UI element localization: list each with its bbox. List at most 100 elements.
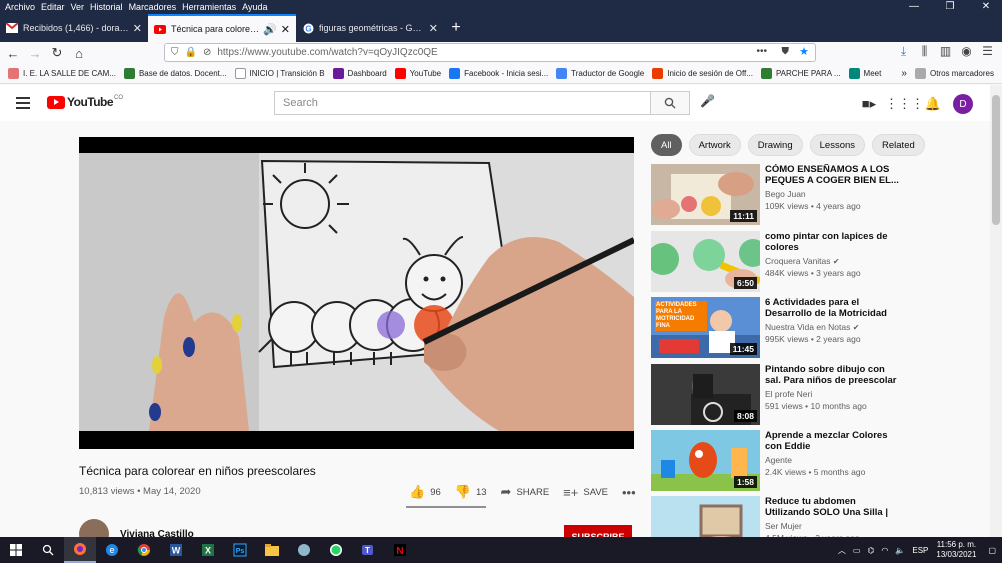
url-text[interactable]: https://www.youtube.com/watch?v=qOyJIQzc… <box>217 47 437 58</box>
teams-icon[interactable]: T <box>352 537 384 563</box>
menu-ayuda[interactable]: Ayuda <box>242 2 267 12</box>
menu-archivo[interactable]: Archivo <box>5 2 35 12</box>
share-button[interactable]: ➦ SHARE <box>501 484 550 500</box>
dislike-button[interactable]: 👎 13 <box>455 484 487 500</box>
minimize-icon[interactable]: — <box>899 0 929 14</box>
forward-icon[interactable]: → <box>24 43 46 63</box>
bookmark-item[interactable]: I. E. LA SALLE DE CAM... <box>8 68 116 79</box>
bookmark-item[interactable]: Inicio de sesión de Off... <box>652 68 753 79</box>
recommendation-channel[interactable]: Ser Mujer <box>765 521 900 531</box>
recommendation-item[interactable]: ACTIVIDADES PARA LA MOTRICIDAD FINA 11:4… <box>651 297 981 359</box>
apps-grid-icon[interactable]: ⋮⋮⋮ <box>885 96 924 112</box>
microphone-icon[interactable]: 🎤 <box>700 94 715 108</box>
download-icon[interactable]: ⤓ <box>893 44 914 59</box>
close-window-icon[interactable]: ✕ <box>971 0 1001 14</box>
recommendation-title[interactable]: 6 Actividades para el Desarrollo de la M… <box>765 297 900 319</box>
tab-google[interactable]: G figuras geométricas - Google S ✕ <box>296 14 444 42</box>
home-icon[interactable]: ⌂ <box>68 43 90 63</box>
chip-all[interactable]: All <box>651 134 682 156</box>
page-scrollbar[interactable] <box>990 85 1002 537</box>
file-explorer-icon[interactable] <box>256 537 288 563</box>
recommendation-title[interactable]: Aprende a mezclar Colores con Eddie <box>765 430 900 452</box>
close-tab-icon[interactable]: ✕ <box>281 23 290 36</box>
video-thumbnail[interactable]: 1:58 <box>651 430 760 491</box>
recommendation-item[interactable]: 8:08 Pintando sobre dibujo con sal. Para… <box>651 364 981 426</box>
more-actions-icon[interactable]: ••• <box>756 46 767 57</box>
bookmark-star-icon[interactable]: ★ <box>799 45 809 58</box>
pocket-icon[interactable]: ⛊ <box>782 46 790 57</box>
video-thumbnail[interactable]: 8:08 <box>651 364 760 425</box>
chrome-icon[interactable] <box>128 537 160 563</box>
close-tab-icon[interactable]: ✕ <box>429 22 438 35</box>
volume-icon[interactable]: 🔈 <box>895 546 905 555</box>
video-thumbnail[interactable]: 6:50 <box>651 231 760 292</box>
app-menu-icon[interactable]: ☰ <box>977 44 998 59</box>
excel-icon[interactable]: X <box>192 537 224 563</box>
tab-youtube[interactable]: Técnica para colorear en niñ 🔊 ✕ <box>148 14 296 42</box>
lock-icon[interactable]: 🔒 <box>185 47 197 58</box>
chip-artwork[interactable]: Artwork <box>688 134 741 156</box>
avatar[interactable]: D <box>953 94 973 114</box>
bookmark-item[interactable]: Dashboard <box>332 68 387 79</box>
close-tab-icon[interactable]: ✕ <box>133 22 142 35</box>
video-thumbnail[interactable]: ACTIVIDADES PARA LA MOTRICIDAD FINA 11:4… <box>651 297 760 358</box>
recommendation-channel[interactable]: Bego Juan <box>765 189 900 199</box>
speaker-icon[interactable]: 🔊 <box>263 23 277 36</box>
wifi-icon[interactable]: ◠ <box>881 546 888 555</box>
bookmark-item[interactable]: INICIO | Transición B <box>234 68 325 79</box>
more-options-icon[interactable]: ••• <box>622 485 641 500</box>
chip-related[interactable]: Related <box>872 134 925 156</box>
like-button[interactable]: 👍 96 <box>409 484 441 500</box>
library-icon[interactable]: ⫼ <box>914 44 935 59</box>
menu-ver[interactable]: Ver <box>71 2 85 12</box>
maximize-icon[interactable]: ❐ <box>935 0 965 14</box>
save-button[interactable]: ≡+ SAVE <box>563 485 608 500</box>
recommendation-channel[interactable]: Nuestra Vida en Notas ✔ <box>765 322 900 332</box>
language-indicator[interactable]: ESP <box>912 546 928 555</box>
account-icon[interactable]: ◉ <box>956 44 977 59</box>
bookmark-item[interactable]: PARCHE PARA ... <box>760 68 841 79</box>
clock[interactable]: 11:56 p. m. 13/03/2021 <box>936 540 976 560</box>
notifications-bell-icon[interactable]: 🔔 <box>917 96 949 112</box>
new-tab-button[interactable]: + <box>444 14 468 42</box>
recommendation-item[interactable]: 1:58 Aprende a mezclar Colores con Eddie… <box>651 430 981 492</box>
search-taskbar-icon[interactable] <box>32 537 64 563</box>
windows-start-icon[interactable] <box>0 537 32 563</box>
shield-icon[interactable]: ⛉ <box>171 47 179 58</box>
scrollbar-thumb[interactable] <box>992 95 1000 225</box>
word-icon[interactable]: W <box>160 537 192 563</box>
netflix-icon[interactable]: N <box>384 537 416 563</box>
search-input[interactable]: Search <box>274 91 650 115</box>
recommendation-channel[interactable]: El profe Neri <box>765 389 900 399</box>
sidebar-icon[interactable]: ▥ <box>935 44 956 59</box>
create-video-icon[interactable]: ■▸ <box>853 96 885 112</box>
chip-lessons[interactable]: Lessons <box>809 134 866 156</box>
video-player[interactable] <box>79 137 634 449</box>
search-button[interactable] <box>650 91 690 115</box>
recommendation-title[interactable]: Pintando sobre dibujo con sal. Para niño… <box>765 364 900 386</box>
youtube-logo[interactable]: YouTube CO <box>47 95 123 109</box>
tab-gmail[interactable]: Recibidos (1,466) - doralba.rio ✕ <box>0 14 148 42</box>
menu-historial[interactable]: Historial <box>90 2 123 12</box>
menu-marcadores[interactable]: Marcadores <box>129 2 177 12</box>
firefox-icon[interactable] <box>64 537 96 563</box>
recommendation-title[interactable]: CÓMO ENSEÑAMOS A LOS PEQUES A COGER BIEN… <box>765 164 900 186</box>
menu-herramientas[interactable]: Herramientas <box>182 2 236 12</box>
bookmark-item[interactable]: Traductor de Google <box>556 68 644 79</box>
bookmark-item[interactable]: Meet <box>848 68 881 79</box>
recommendation-channel[interactable]: Croquera Vanitas ✔ <box>765 256 900 266</box>
chevron-up-icon[interactable]: ︿ <box>838 545 846 556</box>
recommendation-title[interactable]: Reduce tu abdomen Utilizando SOLO Una Si… <box>765 496 900 518</box>
chip-drawing[interactable]: Drawing <box>747 134 803 156</box>
battery-icon[interactable]: ▭ <box>853 546 861 555</box>
recommendation-channel[interactable]: Agente <box>765 455 900 465</box>
recommendation-title[interactable]: como pintar con lapices de colores <box>765 231 900 253</box>
network-icon[interactable]: ⌬ <box>867 546 874 555</box>
app-icon[interactable] <box>288 537 320 563</box>
other-bookmarks[interactable]: » Otros marcadores <box>901 68 994 79</box>
chevron-right-icon[interactable]: » <box>901 68 907 79</box>
bookmark-item[interactable]: Facebook - Inicia sesi... <box>449 68 548 79</box>
url-bar[interactable]: ⛉ 🔒 ⊘ https://www.youtube.com/watch?v=qO… <box>164 43 816 62</box>
bookmark-item[interactable]: YouTube <box>394 68 441 79</box>
back-icon[interactable]: ← <box>2 43 24 63</box>
